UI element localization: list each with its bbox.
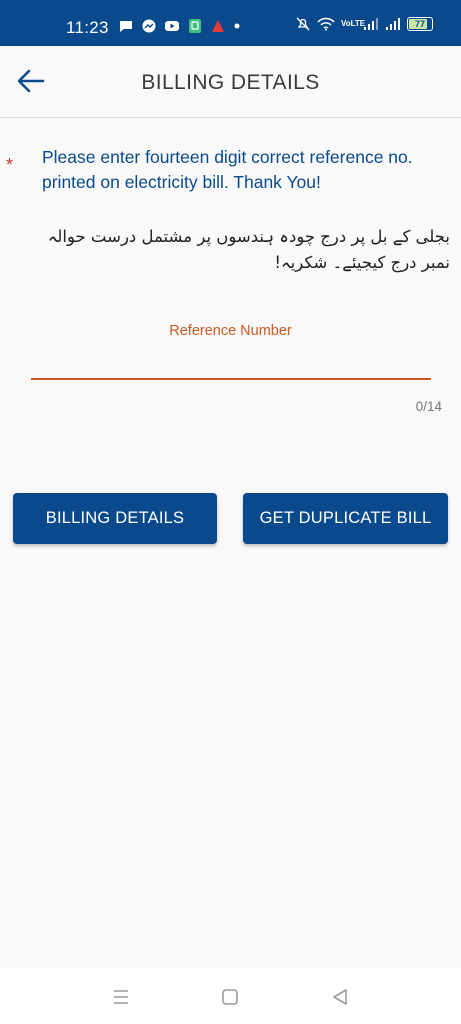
app-icon xyxy=(189,19,201,33)
battery-icon: 77 xyxy=(407,17,433,31)
status-bar: 11:23 VoLTE 77 xyxy=(0,0,461,46)
character-counter: 0/14 xyxy=(415,399,442,414)
battery-level: 77 xyxy=(414,19,425,29)
dot-icon xyxy=(234,23,240,29)
signal-icon xyxy=(386,18,400,30)
reference-input-underline xyxy=(31,378,431,380)
system-navigation-bar xyxy=(0,968,461,1024)
youtube-icon xyxy=(165,21,179,31)
messenger-icon xyxy=(142,19,156,33)
reference-number-input[interactable] xyxy=(31,342,431,378)
chat-icon xyxy=(120,21,132,32)
reference-number-label: Reference Number xyxy=(169,323,292,339)
notice-english: Please enter fourteen digit correct refe… xyxy=(42,147,413,192)
billing-details-button[interactable]: BILLING DETAILS xyxy=(13,493,217,544)
status-icons-right: VoLTE 77 xyxy=(295,17,433,31)
required-mark: * xyxy=(6,155,14,175)
volte-icon: VoLTE xyxy=(341,19,366,28)
notice-urdu: بجلی کے بل پر درج چودہ ہندسوں پر مشتمل د… xyxy=(47,227,450,272)
app-bar: BILLING DETAILS xyxy=(0,46,461,118)
back-icon[interactable] xyxy=(329,986,351,1008)
page-title: BILLING DETAILS xyxy=(141,71,320,94)
home-icon[interactable] xyxy=(219,986,241,1008)
status-time: 11:23 xyxy=(66,18,109,37)
signal-icon xyxy=(364,18,378,30)
mute-icon xyxy=(296,17,310,31)
menu-icon[interactable] xyxy=(110,986,132,1008)
wifi-icon xyxy=(317,17,335,31)
get-duplicate-bill-button[interactable]: GET DUPLICATE BILL xyxy=(243,493,448,544)
red-app-icon xyxy=(212,20,224,32)
status-icons-left xyxy=(118,19,241,33)
